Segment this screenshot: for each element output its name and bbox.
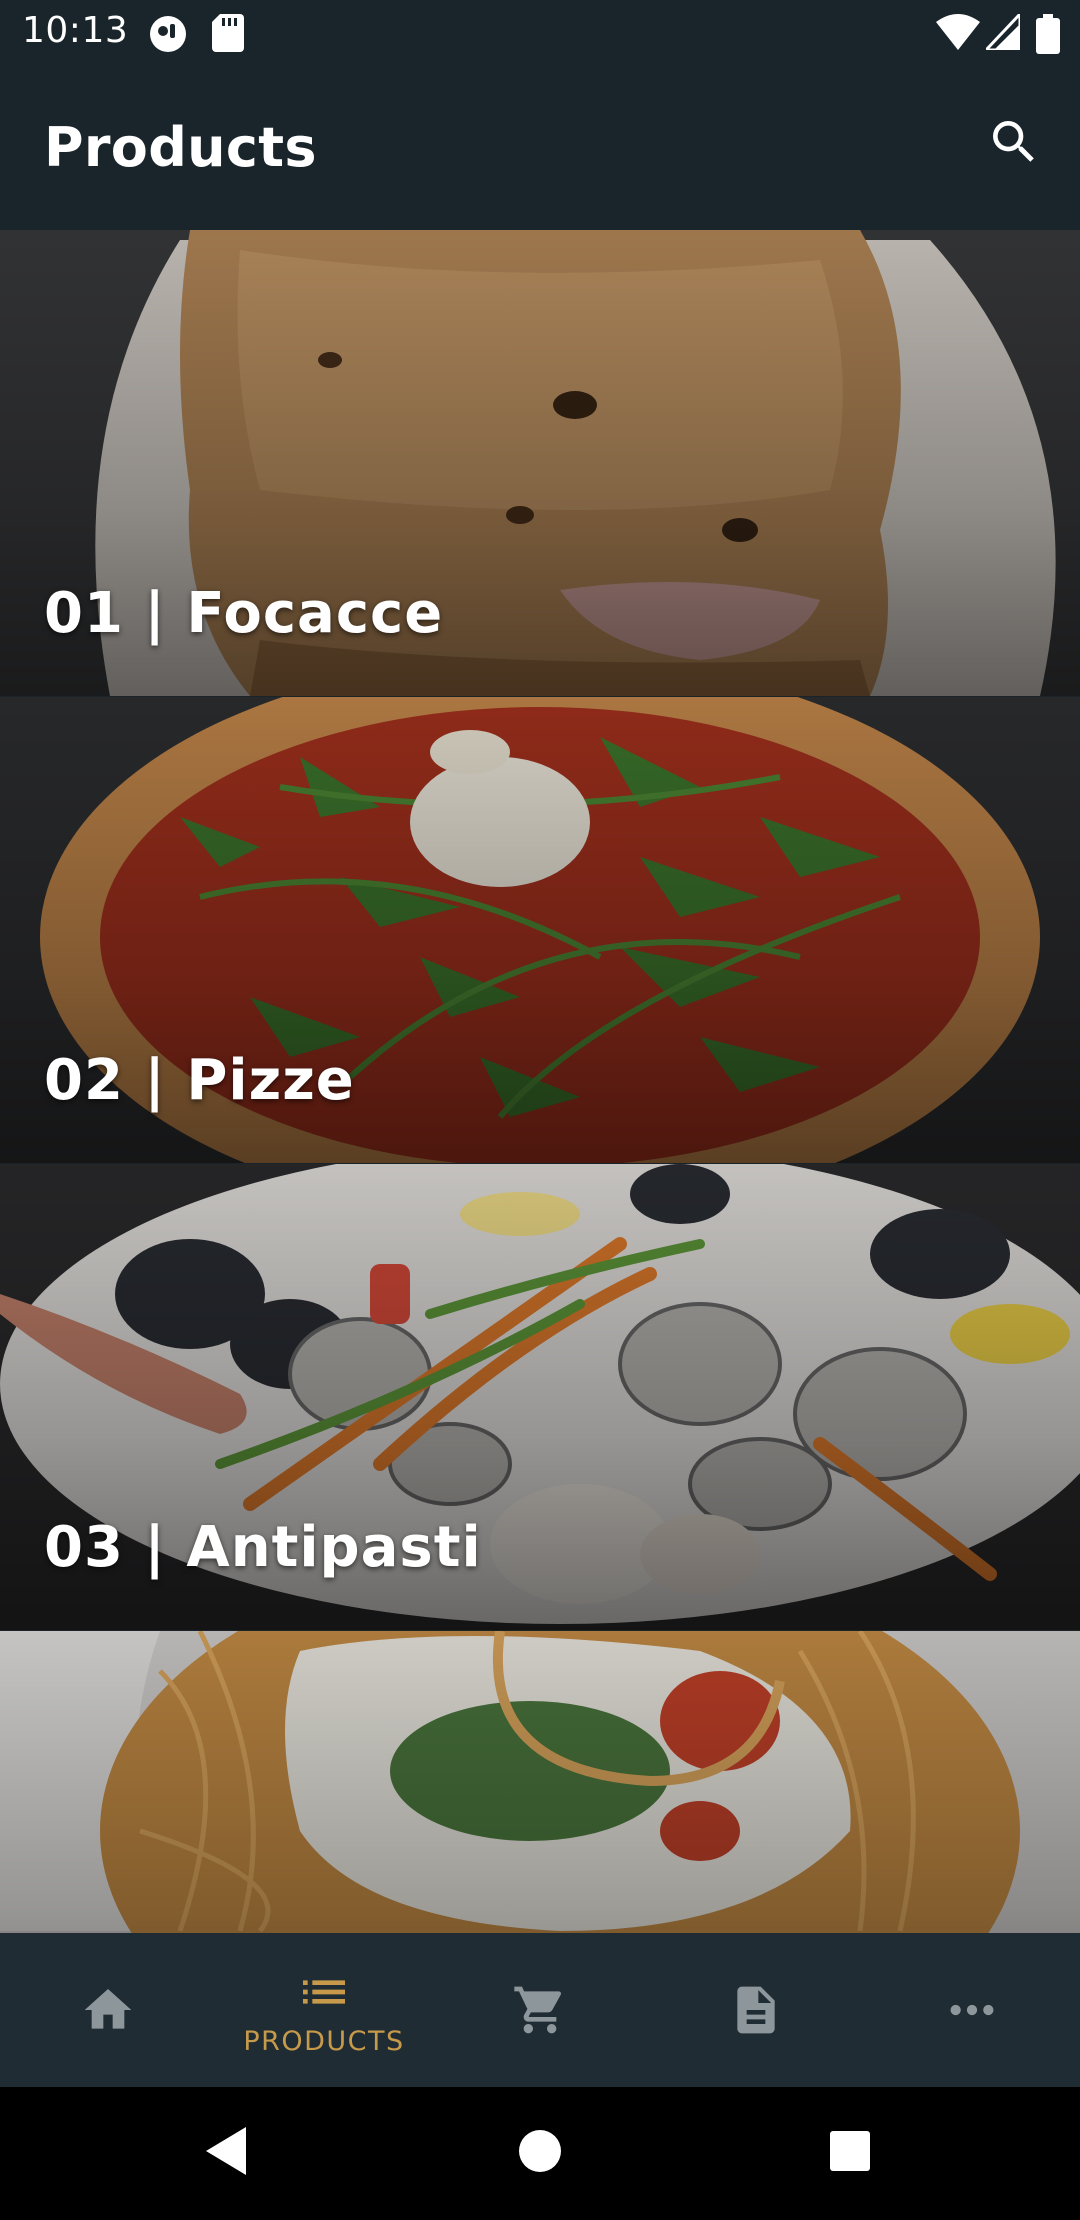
bottom-navigation: PRODUCTS [0, 1933, 1080, 2087]
category-card-antipasti[interactable]: 03 | Antipasti [0, 1164, 1080, 1630]
app-bar: Products [0, 66, 1080, 230]
wifi-icon [936, 14, 980, 54]
category-label: 01 | Focacce [44, 581, 444, 646]
nav-products-label: PRODUCTS [243, 2025, 405, 2057]
category-card-focacce[interactable]: 01 | Focacce [0, 230, 1080, 696]
cart-icon [514, 1986, 562, 2034]
privacy-indicator-icon [148, 14, 188, 58]
system-navigation-bar [0, 2087, 1080, 2220]
search-button[interactable] [978, 106, 1050, 178]
more-icon [950, 2004, 994, 2016]
nav-products[interactable]: PRODUCTS [216, 1933, 432, 2087]
page-title: Products [44, 116, 317, 179]
card-overlay [0, 1631, 1080, 1933]
category-card-primi[interactable] [0, 1631, 1080, 1933]
nav-orders[interactable] [648, 1933, 864, 2087]
sd-card-icon [212, 14, 244, 56]
battery-icon [1036, 14, 1060, 58]
recents-icon[interactable] [828, 2123, 872, 2183]
status-time: 10:13 [22, 10, 129, 51]
home-circle-icon[interactable] [518, 2123, 562, 2183]
list-icon [303, 1979, 345, 2004]
category-label: 03 | Antipasti [44, 1515, 482, 1580]
home-icon [84, 1989, 132, 2029]
nav-more[interactable] [864, 1933, 1080, 2087]
cellular-signal-icon [982, 10, 1022, 54]
category-card-pizze[interactable]: 02 | Pizze [0, 697, 1080, 1163]
nav-home[interactable] [0, 1933, 216, 2087]
nav-cart[interactable] [432, 1933, 648, 2087]
search-icon [993, 121, 1034, 162]
category-label: 02 | Pizze [44, 1048, 355, 1113]
category-list: 01 | Focacce 02 | Pizze 03 | Antipasti [0, 230, 1080, 1933]
back-icon[interactable] [200, 2123, 250, 2183]
document-icon [737, 1986, 775, 2034]
status-bar: 10:13 [0, 0, 1080, 66]
